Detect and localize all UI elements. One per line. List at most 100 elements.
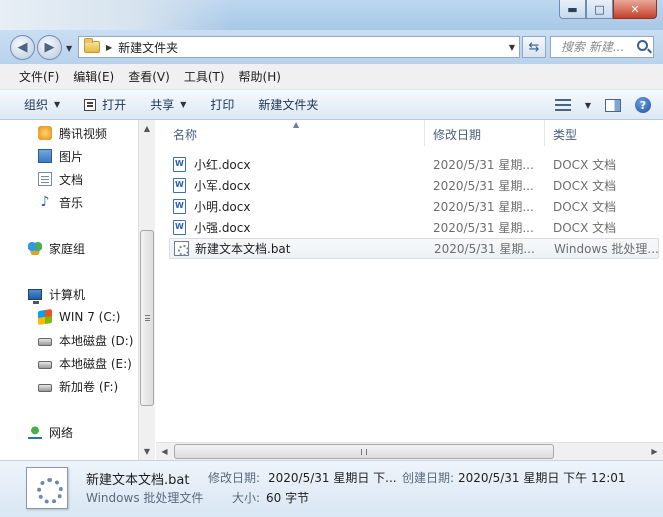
view-controls: ▼ ? — [554, 93, 651, 117]
file-date: 2020/5/31 星期... — [434, 242, 535, 256]
sidebar-item-drive-c[interactable]: WIN 7 (C:) — [38, 307, 120, 327]
file-name-cell: 小强.docx — [173, 219, 250, 236]
sidebar-item-label: 新加卷 (F:) — [59, 379, 119, 394]
details-created-label: 创建日期: — [402, 471, 455, 485]
scrollbar-thumb[interactable] — [174, 444, 554, 459]
file-name: 小强.docx — [194, 221, 251, 235]
word-doc-icon — [173, 220, 186, 235]
search-icon[interactable] — [637, 40, 648, 51]
file-name-cell: 小明.docx — [173, 198, 250, 215]
scroll-right-button[interactable]: ▶ — [646, 443, 663, 460]
maximize-button[interactable]: □ — [586, 0, 613, 19]
drive-icon — [38, 338, 52, 346]
close-button[interactable]: ✕ — [613, 0, 657, 19]
file-name-cell: 小红.docx — [173, 156, 250, 173]
scrollbar-thumb[interactable] — [140, 230, 154, 406]
search-box[interactable] — [550, 36, 654, 58]
file-name-cell: 小军.docx — [173, 177, 250, 194]
menu-edit[interactable]: 编辑(E) — [66, 66, 121, 87]
file-row-selected[interactable]: 新建文本文档.bat 2020/5/31 星期... Windows 批处理..… — [169, 238, 659, 259]
chevron-down-icon: ▼ — [584, 100, 591, 110]
word-doc-icon — [173, 157, 186, 172]
file-date: 2020/5/31 星期... — [433, 179, 534, 193]
file-type: DOCX 文档 — [553, 221, 617, 235]
sidebar-item-network[interactable]: 网络 — [28, 422, 73, 442]
sidebar-item-label: 网络 — [49, 425, 74, 440]
navigation-pane-scrollbar[interactable]: ▲ ▼ — [138, 120, 155, 460]
column-header-type[interactable]: 类型 — [553, 126, 577, 143]
menu-file[interactable]: 文件(F) — [12, 66, 66, 87]
scroll-up-button[interactable]: ▲ — [139, 120, 155, 136]
refresh-icon: ⇆ — [528, 39, 540, 55]
file-name: 小红.docx — [194, 158, 251, 172]
column-divider[interactable] — [424, 120, 425, 146]
sidebar-item-drive-e[interactable]: 本地磁盘 (E:) — [38, 353, 132, 373]
file-list-scrollbar[interactable]: ◀ ▶ — [156, 442, 663, 460]
sidebar-item-computer[interactable]: 计算机 — [28, 284, 85, 304]
drive-icon — [38, 384, 52, 392]
address-bar[interactable]: ▶ 新建文件夹 ▼ — [78, 36, 520, 58]
file-type: DOCX 文档 — [553, 179, 617, 193]
menu-view[interactable]: 查看(V) — [121, 66, 177, 87]
open-button[interactable]: 打开 — [72, 93, 138, 117]
change-view-icon[interactable] — [554, 99, 571, 111]
view-options-dropdown[interactable]: ▼ — [585, 93, 591, 117]
details-created-value: 2020/5/31 星期日 下午 12:01 — [458, 471, 626, 485]
help-icon[interactable]: ? — [635, 97, 651, 113]
sidebar-item-drive-d[interactable]: 本地磁盘 (D:) — [38, 330, 133, 350]
chevron-down-icon: ▼ — [54, 100, 61, 109]
menu-tools[interactable]: 工具(T) — [177, 66, 232, 87]
computer-icon — [28, 288, 42, 304]
picture-icon — [38, 149, 52, 163]
forward-button[interactable]: ▶ — [37, 35, 62, 60]
new-folder-button[interactable]: 新建文件夹 — [246, 93, 330, 117]
scroll-down-button[interactable]: ▼ — [139, 443, 155, 459]
search-input[interactable] — [561, 40, 633, 54]
print-button[interactable]: 打印 — [198, 93, 246, 117]
recent-pages-dropdown[interactable]: ▼ — [66, 44, 72, 53]
sidebar-item-tencent-video[interactable]: 腾讯视频 — [38, 123, 107, 143]
file-name: 新建文本文档.bat — [195, 242, 291, 256]
address-history-dropdown[interactable]: ▼ — [509, 43, 515, 52]
sidebar-item-label: 腾讯视频 — [59, 126, 108, 141]
sidebar-item-homegroup[interactable]: 家庭组 — [28, 238, 85, 258]
preview-pane-icon[interactable] — [605, 98, 621, 112]
file-date: 2020/5/31 星期... — [433, 221, 534, 235]
open-with-icon — [84, 98, 97, 111]
file-row[interactable]: 小军.docx 2020/5/31 星期... DOCX 文档 — [169, 175, 659, 196]
sidebar-item-drive-f[interactable]: 新加卷 (F:) — [38, 376, 118, 396]
sort-ascending-icon: ▲ — [293, 120, 300, 129]
file-row[interactable]: 小明.docx 2020/5/31 星期... DOCX 文档 — [169, 196, 659, 217]
arrow-right-icon: ▶ — [44, 40, 55, 55]
breadcrumb-current-folder[interactable]: 新建文件夹 — [118, 39, 178, 56]
new-folder-label: 新建文件夹 — [258, 98, 319, 112]
organize-button[interactable]: 组织 ▼ — [12, 93, 72, 117]
back-button[interactable]: ◀ — [10, 35, 35, 60]
navigation-bar: ◀ ▶ ▼ ▶ 新建文件夹 ▼ ⇆ — [0, 30, 663, 64]
details-size-value: 60 字节 — [266, 491, 310, 505]
music-icon: ♪ — [40, 194, 50, 210]
sidebar-item-label: 家庭组 — [49, 241, 86, 256]
sidebar-item-music[interactable]: ♪ 音乐 — [38, 192, 83, 212]
file-row[interactable]: 小强.docx 2020/5/31 星期... DOCX 文档 — [169, 217, 659, 238]
sidebar-item-label: 计算机 — [49, 287, 86, 302]
menu-help[interactable]: 帮助(H) — [232, 66, 288, 87]
share-label: 共享 — [150, 98, 175, 112]
details-modified-value: 2020/5/31 星期日 下... — [268, 471, 397, 485]
sidebar-item-pictures[interactable]: 图片 — [38, 146, 83, 166]
sidebar-item-label: WIN 7 (C:) — [59, 310, 121, 324]
sidebar-item-documents[interactable]: 文档 — [38, 169, 83, 189]
share-button[interactable]: 共享 ▼ — [138, 93, 198, 117]
column-header-name[interactable]: 名称 — [173, 126, 197, 143]
column-header-date[interactable]: 修改日期 — [433, 126, 481, 143]
homegroup-icon — [28, 241, 42, 255]
minimize-button[interactable]: ▬ — [559, 0, 586, 19]
breadcrumb-separator-icon[interactable]: ▶ — [106, 43, 112, 52]
file-type: DOCX 文档 — [553, 200, 617, 214]
scroll-left-button[interactable]: ◀ — [156, 443, 173, 460]
sidebar-item-label: 图片 — [59, 149, 84, 164]
window-controls: ▬ □ ✕ — [559, 0, 657, 19]
refresh-button[interactable]: ⇆ — [522, 36, 546, 58]
file-row[interactable]: 小红.docx 2020/5/31 星期... DOCX 文档 — [169, 154, 659, 175]
column-divider[interactable] — [544, 120, 545, 146]
